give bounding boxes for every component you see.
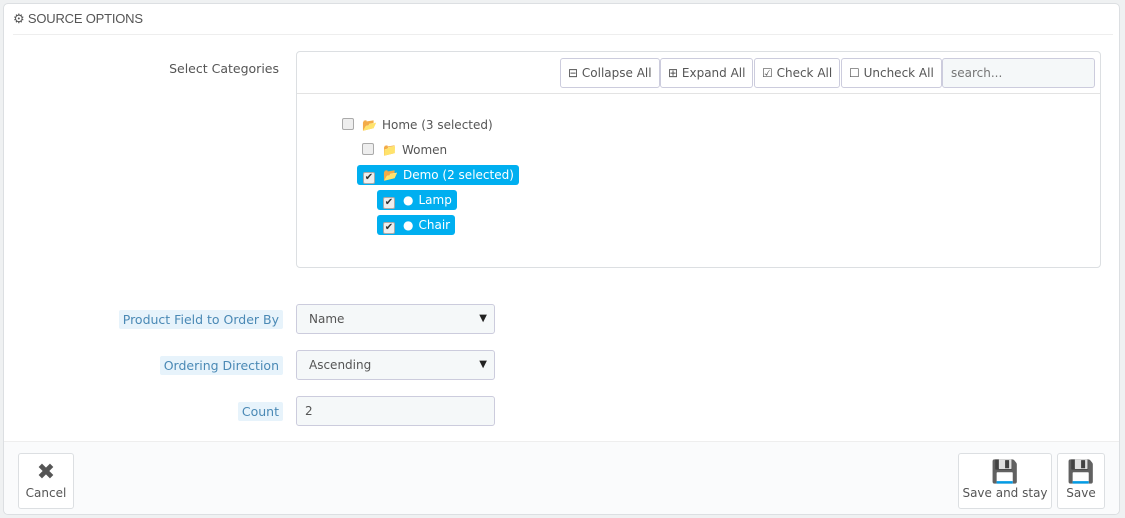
- expand-all-button[interactable]: ⊞ Expand All: [660, 58, 754, 88]
- ordering-direction-label: Ordering Direction: [159, 356, 283, 375]
- square-icon: ☐: [849, 66, 860, 80]
- category-tree: ⊟ Collapse All ⊞ Expand All ☑ Check All …: [296, 51, 1101, 268]
- save-icon: 💾: [991, 460, 1019, 485]
- cogs-icon: ⚙: [13, 11, 25, 26]
- collapse-all-button[interactable]: ⊟ Collapse All: [560, 58, 660, 88]
- tree-toolbar: ⊟ Collapse All ⊞ Expand All ☑ Check All …: [297, 52, 1100, 94]
- order-by-select[interactable]: Name ▼: [296, 304, 495, 334]
- tree-node-home[interactable]: 📂 Home (3 selected): [342, 115, 493, 135]
- folder-open-icon: 📂: [362, 118, 377, 132]
- checkbox[interactable]: [362, 143, 374, 155]
- minus-square-icon: ⊟: [568, 66, 579, 80]
- folder-open-icon: 📂: [383, 168, 398, 182]
- check-square-icon: ☑: [762, 66, 773, 80]
- tree-node-lamp[interactable]: ✔ ● Lamp: [377, 190, 457, 210]
- folder-icon: 📁: [382, 143, 397, 157]
- close-icon: ✖: [36, 460, 56, 485]
- panel-title: ⚙ SOURCE OPTIONS: [13, 4, 1113, 35]
- order-by-label: Product Field to Order By: [118, 310, 283, 329]
- bullet-icon: ●: [403, 193, 414, 207]
- checkbox-checked[interactable]: ✔: [363, 172, 375, 184]
- uncheck-all-button[interactable]: ☐ Uncheck All: [841, 58, 942, 88]
- plus-square-icon: ⊞: [668, 66, 679, 80]
- caret-down-icon: ▼: [479, 313, 487, 324]
- cancel-button[interactable]: ✖ Cancel: [18, 453, 74, 509]
- save-icon: 💾: [1067, 460, 1095, 485]
- select-categories-label: Select Categories: [169, 61, 279, 76]
- count-input[interactable]: 2: [296, 396, 495, 426]
- source-options-panel: ⚙ SOURCE OPTIONS Select Categories ⊟ Col…: [3, 3, 1120, 515]
- check-all-button[interactable]: ☑ Check All: [754, 58, 841, 88]
- caret-down-icon: ▼: [479, 359, 487, 370]
- count-label: Count: [237, 402, 283, 421]
- panel-footer: ✖ Cancel 💾 Save and stay 💾 Save: [4, 441, 1119, 514]
- save-button[interactable]: 💾 Save: [1057, 453, 1105, 509]
- category-search-input[interactable]: [942, 58, 1095, 88]
- ordering-direction-select[interactable]: Ascending ▼: [296, 350, 495, 380]
- tree-node-women[interactable]: 📁 Women: [362, 140, 447, 160]
- tree-node-chair[interactable]: ✔ ● Chair: [377, 215, 456, 235]
- tree-node-demo[interactable]: ✔ 📂 Demo (2 selected): [357, 165, 519, 185]
- checkbox-checked[interactable]: ✔: [383, 222, 395, 234]
- bullet-icon: ●: [403, 218, 414, 232]
- save-and-stay-button[interactable]: 💾 Save and stay: [958, 453, 1052, 509]
- checkbox[interactable]: [342, 118, 354, 130]
- checkbox-checked[interactable]: ✔: [383, 197, 395, 209]
